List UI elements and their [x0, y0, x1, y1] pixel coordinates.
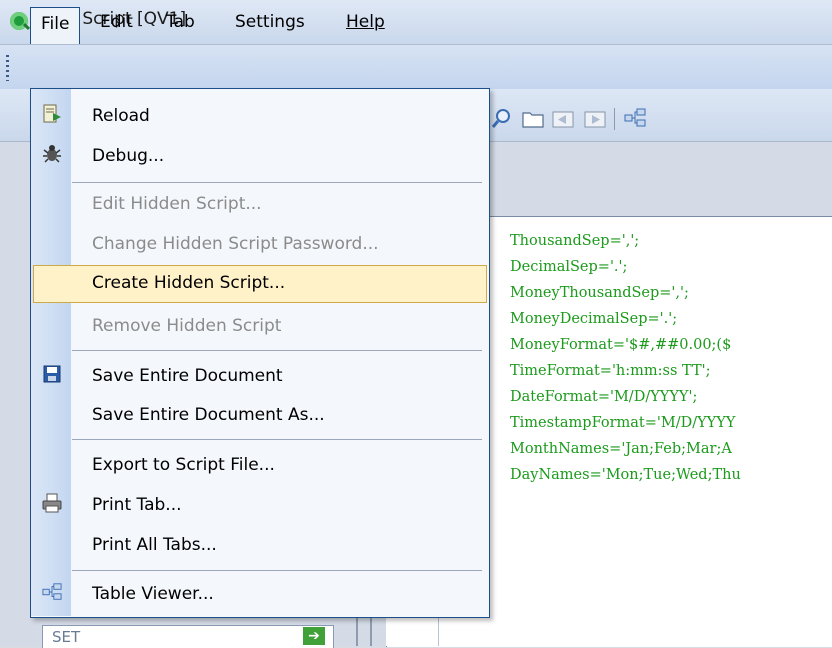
menu-edit[interactable]: Edit	[92, 8, 141, 36]
menu-item-table-viewer[interactable]: Table Viewer...	[92, 582, 214, 606]
menu-item-debug[interactable]: Debug...	[92, 144, 164, 168]
table-viewer-icon[interactable]	[624, 108, 646, 128]
menu-separator	[72, 570, 482, 571]
forward-icon[interactable]	[584, 110, 606, 128]
code-line: MoneyThousandSep=',';	[510, 285, 689, 301]
menu-item-edit-hidden-script: Edit Hidden Script...	[92, 194, 262, 214]
menu-tab[interactable]: Tab	[158, 8, 203, 36]
set-statement-box[interactable]	[42, 625, 334, 648]
menu-item-export-script-file[interactable]: Export to Script File...	[92, 453, 275, 477]
code-line: MoneyFormat='$#,##0.00;($	[510, 337, 732, 353]
code-line: TimestampFormat='M/D/YYYY	[510, 415, 736, 431]
set-label: SET	[52, 628, 81, 646]
toolbar-separator	[614, 108, 615, 130]
code-line: MoneyDecimalSep='.';	[510, 311, 678, 327]
qlikview-app-icon	[10, 12, 28, 30]
printer-icon	[42, 493, 62, 513]
menu-item-remove-hidden-script: Remove Hidden Script	[92, 316, 282, 336]
code-line: DayNames='Mon;Tue;Wed;Thu	[510, 467, 741, 483]
code-line: DecimalSep='.';	[510, 259, 628, 275]
table-viewer-icon	[42, 583, 62, 600]
menu-separator	[72, 350, 482, 351]
menu-bar	[0, 45, 832, 89]
code-line: DateFormat='M/D/YYYY';	[510, 389, 698, 405]
insert-arrow-icon[interactable]: ➔	[303, 627, 325, 645]
reload-icon	[43, 104, 61, 123]
code-line: TimeFormat='h:mm:ss TT';	[510, 363, 711, 379]
menu-item-create-hidden-script[interactable]: Create Hidden Script...	[92, 271, 285, 295]
back-icon[interactable]	[552, 110, 574, 128]
menu-icon-column	[31, 89, 71, 616]
debug-bug-icon	[43, 145, 61, 163]
menu-item-save-entire-document-as[interactable]: Save Entire Document As...	[92, 403, 325, 427]
code-line: ThousandSep=',';	[510, 233, 640, 249]
menu-item-reload[interactable]: Reload	[92, 104, 150, 128]
save-disk-icon	[43, 365, 61, 383]
code-line: MonthNames='Jan;Feb;Mar;A	[510, 441, 732, 457]
menu-separator	[72, 182, 482, 183]
menu-item-print-all-tabs[interactable]: Print All Tabs...	[92, 533, 217, 557]
menu-help[interactable]: Help	[338, 8, 393, 36]
menu-settings[interactable]: Settings	[227, 8, 313, 36]
search-icon[interactable]	[492, 108, 512, 128]
menu-item-print-tab[interactable]: Print Tab...	[92, 493, 182, 517]
menu-file[interactable]: File	[30, 7, 81, 44]
toolbar-grip-icon[interactable]	[6, 55, 9, 81]
folder-icon[interactable]	[522, 110, 544, 128]
menu-item-change-hidden-password: Change Hidden Script Password...	[92, 234, 379, 254]
menu-separator	[72, 439, 482, 440]
menu-item-save-entire-document[interactable]: Save Entire Document	[92, 364, 283, 388]
